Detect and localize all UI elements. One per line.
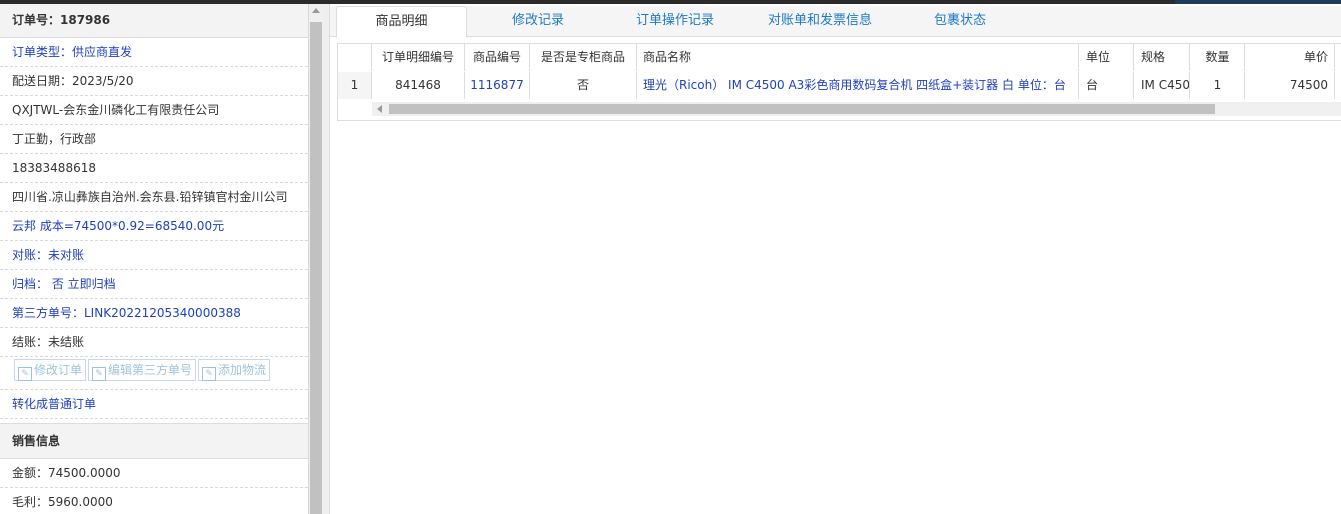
sales-profit: 毛利：5960.0000 <box>0 488 308 514</box>
order-number: 订单号：187986 <box>0 4 308 38</box>
tab-bar: 商品明细 修改记录 订单操作记录 对账单和发票信息 包裹状态 <box>330 6 1341 38</box>
delivery-address: 四川省.凉山彝族自治州.会东县.铅锌镇官村金川公司 <box>0 183 308 212</box>
scroll-left-icon[interactable] <box>377 105 382 113</box>
add-logistics-button[interactable]: ✎ 添加物流 <box>198 359 271 381</box>
company-name: QXJTWL-会东金川磷化工有限责任公司 <box>0 96 308 125</box>
delivery-date: 配送日期：2023/5/20 <box>0 67 308 96</box>
tab-package-status[interactable]: 包裹状态 <box>910 6 1010 36</box>
col-unit-price[interactable]: 单价 <box>1245 44 1335 71</box>
cell-spec: IM C4500 <box>1135 72 1190 99</box>
col-detail-id[interactable]: 订单明细编号 <box>372 44 465 71</box>
edit-icon: ✎ <box>202 367 217 381</box>
edit-order-button[interactable]: ✎ 修改订单 <box>14 359 87 381</box>
edit-icon: ✎ <box>92 367 107 381</box>
cell-counter-product: 否 <box>530 72 637 99</box>
col-index <box>338 44 372 71</box>
cell-unit-price: 74500 <box>1245 72 1335 99</box>
row-index: 1 <box>338 72 372 99</box>
cost-info: 云邦 成本=74500*0.92=68540.00元 <box>0 212 308 241</box>
col-product-name[interactable]: 商品名称 <box>637 44 1079 71</box>
sales-amount: 金额：74500.0000 <box>0 459 308 488</box>
edit-icon: ✎ <box>18 367 32 381</box>
product-grid: 订单明细编号 商品编号 是否是专柜商品 商品名称 单位 规格 数量 单价 1 8… <box>337 43 1341 121</box>
cell-product-id-link[interactable]: 1116877 <box>465 72 530 99</box>
horizontal-scroll-thumb[interactable] <box>389 104 1215 114</box>
scroll-up-icon[interactable] <box>312 8 320 13</box>
col-product-id[interactable]: 商品编号 <box>465 44 530 71</box>
cell-quantity: 1 <box>1191 72 1245 99</box>
col-quantity[interactable]: 数量 <box>1191 44 1245 71</box>
tab-order-operations[interactable]: 订单操作记录 <box>620 6 730 36</box>
tab-product-details[interactable]: 商品明细 <box>336 6 467 38</box>
phone-number: 18383488618 <box>0 154 308 183</box>
settle-status: 结账：未结账 <box>0 328 308 357</box>
sales-info-header: 销售信息 <box>0 423 308 459</box>
third-party-number: 第三方单号：LINK20221205340000388 <box>0 299 308 328</box>
action-buttons: ✎ 修改订单 ✎ 编辑第三方单号 ✎ 添加物流 <box>0 357 308 390</box>
reconcile-status[interactable]: 对账：未对账 <box>0 241 308 270</box>
contact-person: 丁正勤，行政部 <box>0 125 308 154</box>
panel-divider[interactable] <box>323 4 330 514</box>
archive-status[interactable]: 归档： 否 立即归档 <box>0 270 308 299</box>
edit-third-party-button[interactable]: ✎ 编辑第三方单号 <box>88 359 197 381</box>
order-info-panel: 订单号：187986 订单类型：供应商直发 配送日期：2023/5/20 QXJ… <box>0 4 309 514</box>
top-bar-accent <box>1175 0 1341 4</box>
tab-statement-invoice[interactable]: 对账单和发票信息 <box>750 6 890 36</box>
grid-horizontal-scrollbar[interactable] <box>372 102 1341 116</box>
left-vertical-scrollbar[interactable] <box>309 4 323 514</box>
cell-detail-id: 841468 <box>372 72 465 99</box>
order-type: 订单类型：供应商直发 <box>0 38 308 67</box>
col-unit[interactable]: 单位 <box>1080 44 1134 71</box>
tab-edit-history[interactable]: 修改记录 <box>490 6 586 36</box>
col-spec[interactable]: 规格 <box>1135 44 1190 71</box>
scroll-thumb[interactable] <box>310 22 322 514</box>
cell-product-name-link[interactable]: 理光（Ricoh） IM C4500 A3彩色商用数码复合机 四纸盒+装订器 白… <box>637 72 1079 99</box>
convert-order-link[interactable]: 转化成普通订单 <box>0 390 308 419</box>
cell-unit: 台 <box>1080 72 1134 99</box>
col-counter-product[interactable]: 是否是专柜商品 <box>530 44 637 71</box>
